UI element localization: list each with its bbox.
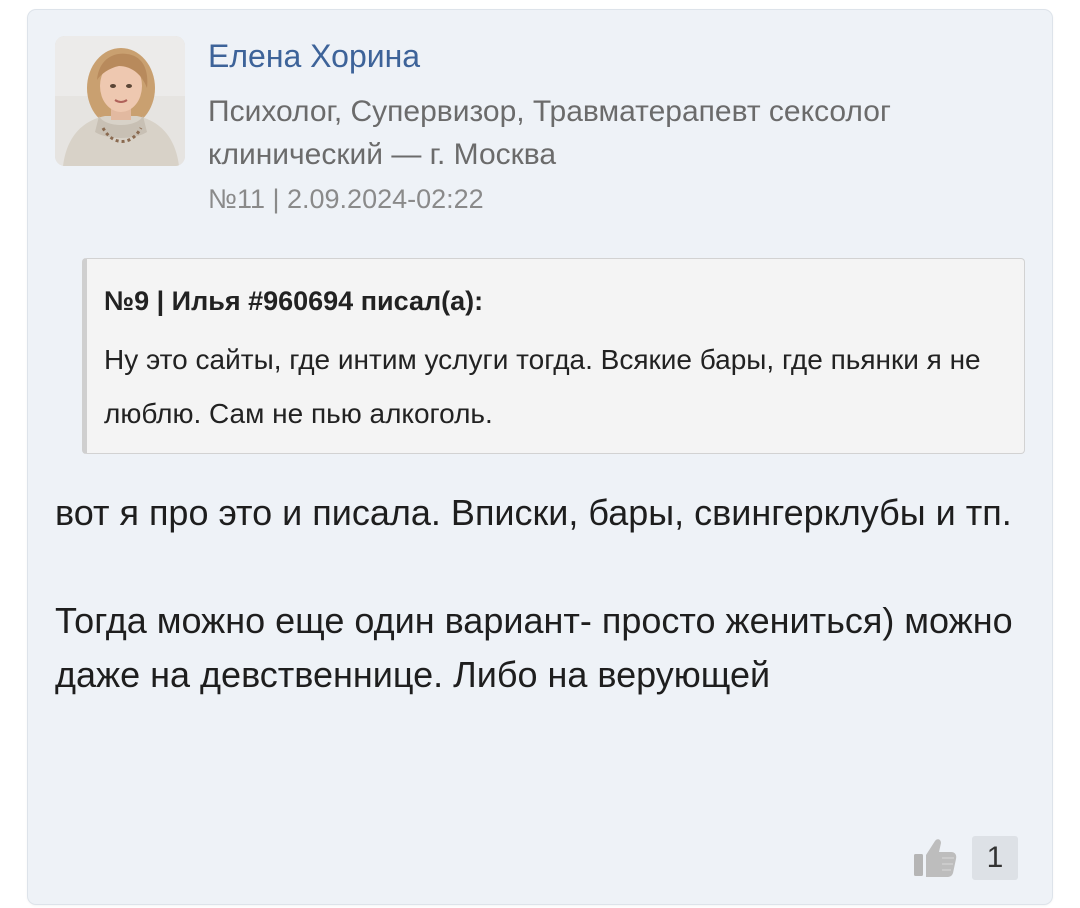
like-count: 1 [972,836,1018,880]
quote-block: №9 | Илья #960694 писал(а): Ну это сайты… [82,258,1025,454]
forum-post-card: Елена Хорина Психолог, Супервизор, Травм… [28,10,1052,904]
user-photo-icon [55,36,185,166]
author-name[interactable]: Елена Хорина [208,36,420,76]
like-area: 1 [912,836,1018,880]
post-body: вот я про это и писала. Вписки, бары, св… [55,486,1015,702]
post-paragraph: вот я про это и писала. Вписки, бары, св… [55,492,1012,533]
author-avatar[interactable] [55,36,185,166]
post-paragraph: Тогда можно еще один вариант- просто жен… [55,600,1013,695]
post-meta: №11 | 2.09.2024-02:22 [208,184,484,214]
quote-text: Ну это сайты, где интим услуги тогда. Вс… [104,344,981,429]
thumbs-up-icon[interactable] [912,836,958,880]
quote-header: №9 | Илья #960694 писал(а): [104,286,484,316]
author-title: Психолог, Супервизор, Травматерапевт сек… [208,95,891,171]
